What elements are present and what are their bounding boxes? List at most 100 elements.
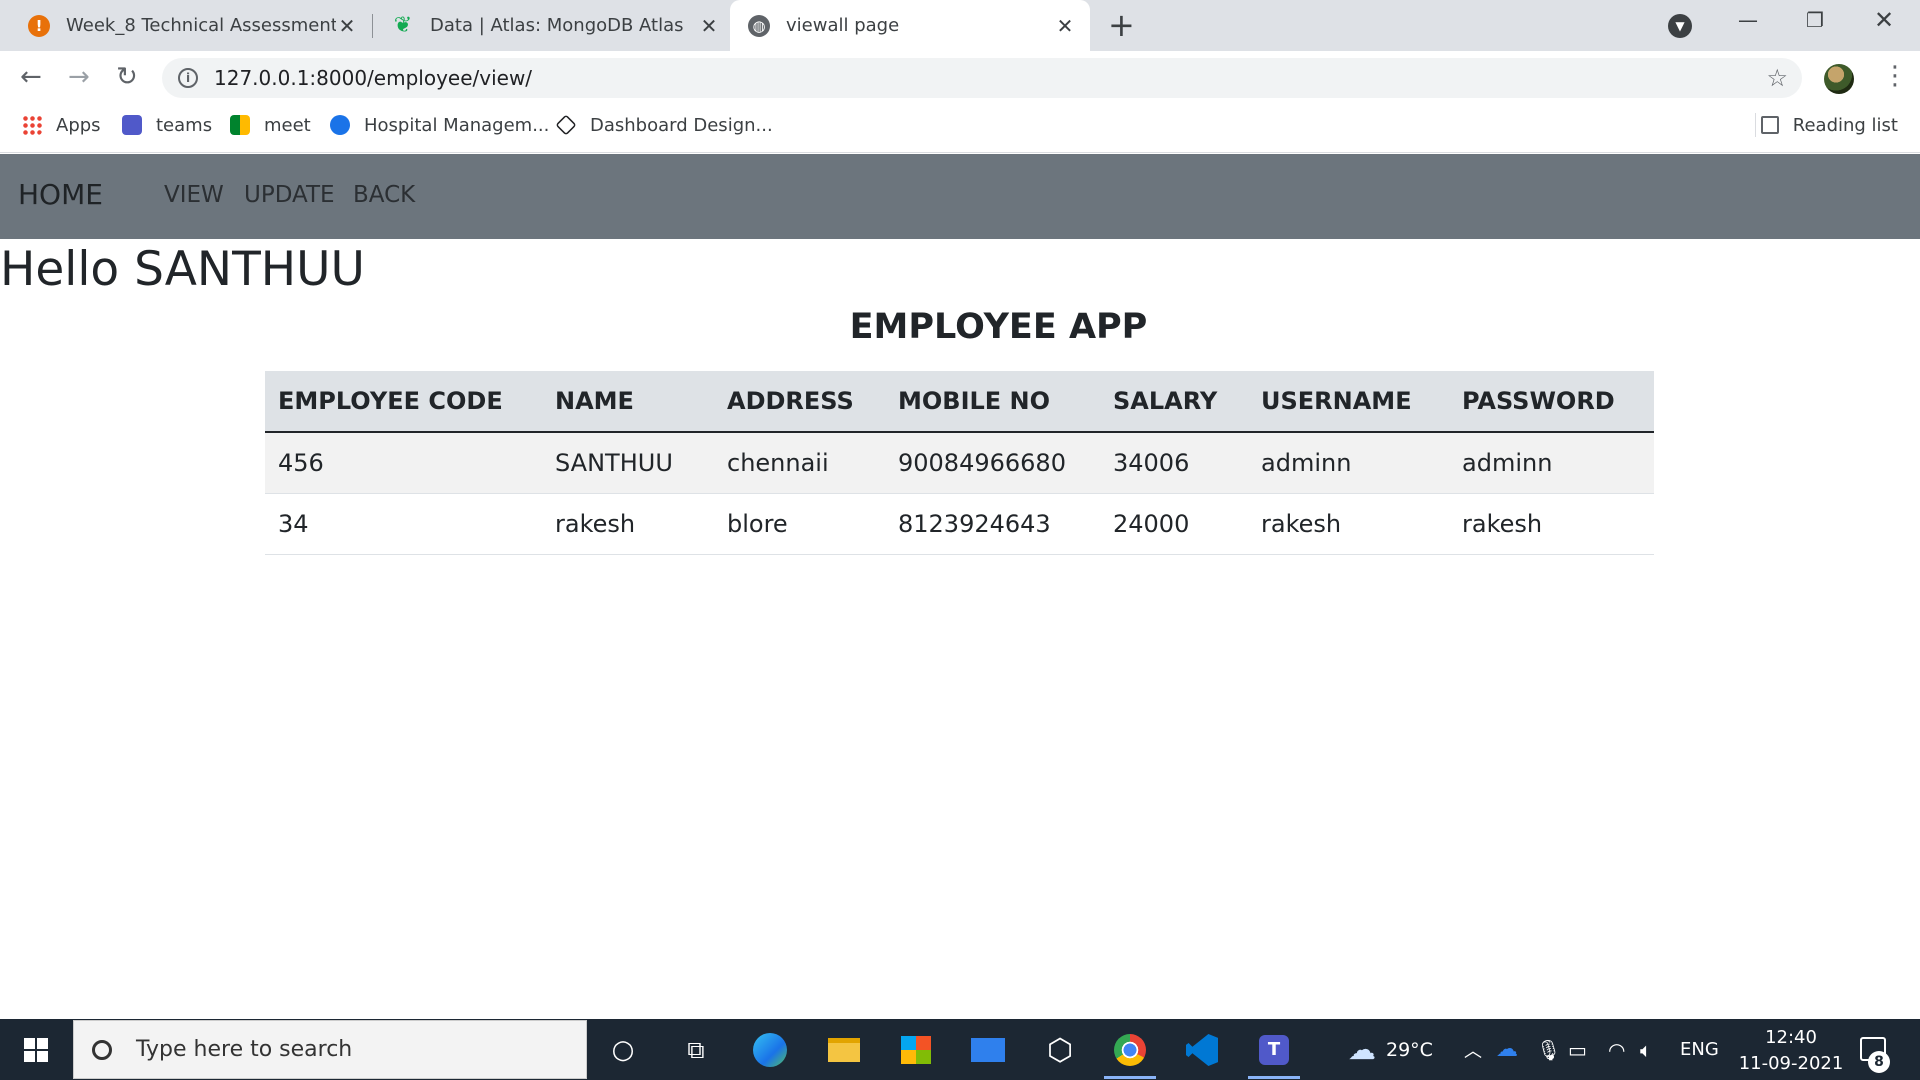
table-row: 456 SANTHUU chennaii 90084966680 34006 a… <box>265 432 1654 494</box>
nav-home-link[interactable]: HOME <box>18 178 103 211</box>
cortana-icon[interactable]: ○ <box>605 1033 641 1067</box>
new-tab-button[interactable]: + <box>1108 8 1135 42</box>
table-header-row: EMPLOYEE CODE NAME ADDRESS MOBILE NO SAL… <box>265 371 1654 433</box>
table-cell: rakesh <box>542 493 714 555</box>
taskbar-search-box[interactable]: Type here to search <box>73 1020 587 1079</box>
bookmark-label: teams <box>156 114 213 136</box>
bookmark-apps[interactable]: Apps <box>22 105 101 145</box>
bookmark-label: Dashboard Design... <box>590 114 773 136</box>
chrome-icon[interactable] <box>1104 1033 1156 1079</box>
bookmark-meet[interactable]: meet <box>230 105 311 145</box>
table-cell: adminn <box>1449 432 1654 494</box>
browser-toolbar: ← → ↻ i 127.0.0.1:8000/employee/view/ ☆ … <box>0 51 1920 105</box>
windows-taskbar: Type here to search ○ ⧉ ⬡ T ☁ 29°C ︿ ☁ 🎙… <box>0 1019 1920 1080</box>
column-header: EMPLOYEE CODE <box>265 371 542 433</box>
teams-icon[interactable]: T <box>1248 1033 1300 1079</box>
nav-update-link[interactable]: UPDATE <box>244 182 335 208</box>
table-cell: rakesh <box>1449 493 1654 555</box>
bookmarks-bar: Apps teams meet Hospital Managem... Dash… <box>0 105 1920 153</box>
bookmark-separator <box>1755 113 1756 137</box>
taskbar-search-placeholder[interactable]: Type here to search <box>136 1037 352 1062</box>
search-icon <box>92 1039 112 1060</box>
weather-widget[interactable]: ☁ 29°C <box>1348 1019 1433 1080</box>
table-cell: SANTHUU <box>542 432 714 494</box>
codepen-icon <box>555 114 577 136</box>
mail-icon[interactable] <box>970 1033 1006 1067</box>
onedrive-icon[interactable]: ☁ <box>1496 1019 1518 1080</box>
vscode-icon[interactable] <box>1184 1033 1220 1067</box>
wifi-icon[interactable]: ◠ <box>1608 1019 1625 1080</box>
tab-week8-assessment[interactable]: ! Week_8 Technical Assessment: A ✕ <box>28 0 358 51</box>
globe-icon: ◍ <box>748 14 770 37</box>
bookmark-teams[interactable]: teams <box>122 105 212 145</box>
bookmark-star-icon[interactable]: ☆ <box>1766 64 1788 92</box>
edge-icon[interactable] <box>752 1033 788 1067</box>
tab-separator <box>372 14 373 38</box>
back-arrow-icon[interactable]: ← <box>20 63 42 91</box>
table-cell: 34 <box>265 493 542 555</box>
bookmark-hospital[interactable]: Hospital Managem... <box>330 105 549 145</box>
clock-time: 12:40 <box>1765 1027 1817 1048</box>
reload-icon[interactable]: ↻ <box>116 63 138 91</box>
clock-date: 11-09-2021 <box>1738 1053 1844 1074</box>
profile-avatar[interactable] <box>1824 64 1854 94</box>
reading-list-button[interactable]: Reading list <box>1760 105 1898 145</box>
tab-viewall-page[interactable]: ◍ viewall page ✕ <box>730 0 1090 51</box>
employee-table: EMPLOYEE CODE NAME ADDRESS MOBILE NO SAL… <box>265 371 1654 555</box>
cloud-icon: ☁ <box>1348 1033 1376 1066</box>
close-icon[interactable]: ✕ <box>336 14 358 38</box>
bookmark-label: meet <box>264 114 311 136</box>
url-text[interactable]: 127.0.0.1:8000/employee/view/ <box>214 66 532 90</box>
bookmark-dashboard[interactable]: Dashboard Design... <box>555 105 773 145</box>
windows-start-icon[interactable] <box>24 1038 48 1062</box>
nav-view-link[interactable]: VIEW <box>164 182 224 208</box>
table-cell: rakesh <box>1248 493 1449 555</box>
tab-title: Week_8 Technical Assessment: A <box>66 15 336 36</box>
notification-count-badge: 8 <box>1868 1051 1890 1073</box>
language-indicator[interactable]: ENG <box>1680 1019 1719 1080</box>
bookmark-label: Apps <box>56 114 101 136</box>
greeting-heading: Hello SANTHUU <box>0 242 365 297</box>
browser-tab-strip: ! Week_8 Technical Assessment: A ✕ ❦ Dat… <box>0 0 1920 51</box>
tab-mongodb-atlas[interactable]: ❦ Data | Atlas: MongoDB Atlas ✕ <box>392 0 720 51</box>
microsoft-store-icon[interactable] <box>898 1033 934 1067</box>
app-title: EMPLOYEE APP <box>849 307 1148 347</box>
column-header: MOBILE NO <box>885 371 1100 433</box>
battery-icon[interactable]: ▭ <box>1568 1019 1587 1080</box>
table-cell: 90084966680 <box>885 432 1100 494</box>
table-cell: 24000 <box>1100 493 1248 555</box>
3d-viewer-icon[interactable]: ⬡ <box>1042 1033 1078 1068</box>
table-cell: 8123924643 <box>885 493 1100 555</box>
column-header: SALARY <box>1100 371 1248 433</box>
show-hidden-icons[interactable]: ︿ <box>1464 1019 1482 1080</box>
microphone-icon[interactable]: 🎙︎ <box>1536 1019 1561 1080</box>
file-explorer-icon[interactable] <box>826 1033 862 1067</box>
teams-icon <box>122 115 142 135</box>
tab-title: Data | Atlas: MongoDB Atlas <box>430 15 684 36</box>
tab-search-icon[interactable]: ▼ <box>1668 14 1692 38</box>
minimize-icon[interactable]: — <box>1738 8 1758 32</box>
nav-back-link[interactable]: BACK <box>353 182 415 208</box>
window-close-icon[interactable]: ✕ <box>1874 6 1894 34</box>
site-info-icon[interactable]: i <box>178 68 198 88</box>
close-icon[interactable]: ✕ <box>1054 14 1076 38</box>
warning-icon: ! <box>28 14 50 37</box>
forward-arrow-icon[interactable]: → <box>68 63 90 91</box>
table-cell: blore <box>714 493 885 555</box>
close-icon[interactable]: ✕ <box>698 14 720 38</box>
taskbar-clock[interactable]: 12:40 11-09-2021 <box>1736 1025 1846 1077</box>
reading-list-label: Reading list <box>1792 114 1898 136</box>
table-row: 34 rakesh blore 8123924643 24000 rakesh … <box>265 493 1654 555</box>
column-header: NAME <box>542 371 714 433</box>
restore-icon[interactable]: ❐ <box>1806 8 1824 32</box>
table-cell: adminn <box>1248 432 1449 494</box>
weather-temp: 29°C <box>1386 1038 1433 1061</box>
browser-menu-icon[interactable]: ⋮ <box>1882 61 1908 91</box>
task-view-icon[interactable]: ⧉ <box>678 1033 714 1067</box>
address-bar[interactable]: i 127.0.0.1:8000/employee/view/ ☆ <box>162 58 1802 98</box>
tab-title: viewall page <box>786 15 900 36</box>
meet-icon <box>230 115 250 135</box>
volume-icon[interactable]: 🔈︎ <box>1640 1019 1652 1080</box>
site-navbar: HOME VIEW UPDATE BACK <box>0 154 1920 239</box>
table-cell: 34006 <box>1100 432 1248 494</box>
